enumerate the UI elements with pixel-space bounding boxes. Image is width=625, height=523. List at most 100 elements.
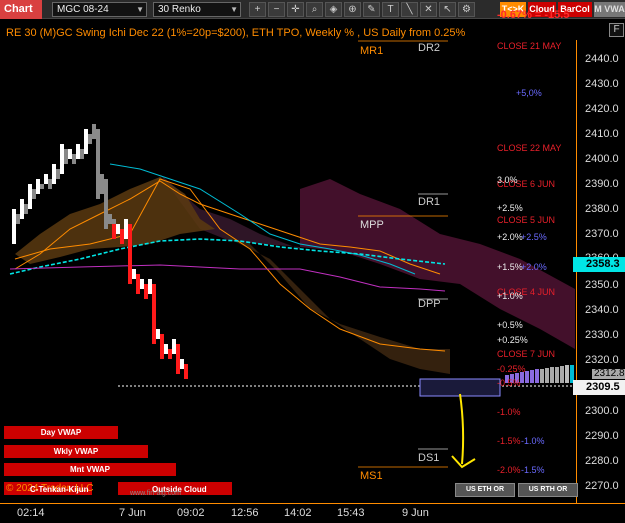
pencil-icon[interactable]: ✎ bbox=[363, 2, 380, 17]
renko-brick bbox=[180, 359, 184, 364]
renko-brick bbox=[96, 144, 100, 149]
renko-brick bbox=[128, 239, 132, 244]
time-axis[interactable] bbox=[0, 503, 625, 523]
f-button[interactable]: F bbox=[609, 23, 624, 37]
zoom-plus-icon[interactable]: ⊕ bbox=[344, 2, 361, 17]
renko-brick bbox=[68, 154, 72, 159]
renko-brick bbox=[152, 329, 156, 334]
pct-label: +2.0% bbox=[521, 262, 547, 272]
renko-brick bbox=[104, 189, 108, 194]
renko-brick bbox=[84, 144, 88, 149]
plus-icon[interactable]: + bbox=[249, 2, 266, 17]
yellow-arrow-head bbox=[451, 455, 476, 469]
crosshair-icon[interactable]: ✛ bbox=[287, 2, 304, 17]
cursor-icon[interactable]: ↖ bbox=[439, 2, 456, 17]
renko-brick bbox=[100, 184, 104, 189]
renko-brick bbox=[64, 149, 68, 154]
renko-brick bbox=[92, 129, 96, 134]
pct-label: +1.0% bbox=[497, 291, 523, 301]
renko-brick bbox=[152, 294, 156, 299]
renko-brick bbox=[52, 169, 56, 174]
interval-selector[interactable]: 30 Renko ▼ bbox=[153, 2, 241, 17]
renko-brick bbox=[36, 189, 40, 194]
pct-label: -1.5% bbox=[521, 465, 545, 475]
symbol-selector[interactable]: MGC 08-24 ▼ bbox=[52, 2, 147, 17]
renko-brick bbox=[96, 159, 100, 164]
renko-brick bbox=[96, 189, 100, 194]
renko-brick bbox=[128, 259, 132, 264]
text-icon[interactable]: T bbox=[382, 2, 399, 17]
renko-brick bbox=[112, 219, 116, 224]
renko-brick bbox=[84, 134, 88, 139]
renko-brick bbox=[104, 204, 108, 209]
renko-brick bbox=[176, 364, 180, 369]
renko-brick bbox=[108, 214, 112, 219]
renko-brick bbox=[148, 284, 152, 289]
renko-brick bbox=[80, 154, 84, 159]
close-label: CLOSE 22 MAY bbox=[497, 143, 562, 153]
renko-brick bbox=[88, 139, 92, 144]
shield-icon[interactable]: ◈ bbox=[325, 2, 342, 17]
renko-brick bbox=[128, 254, 132, 259]
renko-brick bbox=[128, 244, 132, 249]
renko-brick bbox=[84, 139, 88, 144]
pct-label: -1.5% bbox=[497, 436, 521, 446]
renko-brick bbox=[152, 314, 156, 319]
day-vwap-button[interactable]: Day VWAP bbox=[4, 426, 118, 439]
renko-brick bbox=[36, 184, 40, 189]
renko-brick bbox=[184, 374, 188, 379]
settings-icon[interactable]: ⚙ bbox=[458, 2, 475, 17]
renko-brick bbox=[172, 344, 176, 349]
renko-brick bbox=[100, 179, 104, 184]
renko-brick bbox=[32, 189, 36, 194]
renko-brick bbox=[144, 284, 148, 289]
renko-brick bbox=[124, 229, 128, 234]
renko-brick bbox=[60, 144, 64, 149]
us-eth-or-button[interactable]: US ETH OR bbox=[455, 483, 515, 497]
renko-brick bbox=[20, 209, 24, 214]
chevron-down-icon: ▼ bbox=[136, 5, 144, 14]
renko-brick bbox=[104, 199, 108, 204]
renko-brick bbox=[116, 224, 120, 229]
magnifier-icon[interactable]: ⌕ bbox=[306, 2, 323, 17]
weekly-vwap-button[interactable]: Wkly VWAP bbox=[4, 445, 148, 458]
price-tick: 2400.0 bbox=[585, 153, 619, 165]
price-tag-cyan: 2358.3 bbox=[573, 257, 625, 272]
renko-brick bbox=[152, 299, 156, 304]
price-tag-partial: 2312.8 bbox=[592, 369, 625, 379]
renko-brick bbox=[128, 229, 132, 234]
close-label: CLOSE 5 JUN bbox=[497, 215, 556, 225]
line-icon[interactable]: ╲ bbox=[401, 2, 418, 17]
monthly-vwap-button[interactable]: Mnt VWAP bbox=[4, 463, 176, 476]
pct-label: +1.5% bbox=[497, 262, 523, 272]
renko-brick bbox=[76, 144, 80, 149]
renko-brick bbox=[92, 134, 96, 139]
pct-change-readout: -0.67% = -15.5 bbox=[497, 9, 570, 21]
mvwa-toggle-button[interactable]: M VWA bbox=[594, 2, 625, 17]
cross-line-icon[interactable]: ✕ bbox=[420, 2, 437, 17]
us-rth-or-button[interactable]: US RTH OR bbox=[518, 483, 578, 497]
price-tick: 2290.0 bbox=[585, 430, 619, 442]
renko-brick bbox=[112, 234, 116, 239]
renko-brick bbox=[104, 214, 108, 219]
tpo-box bbox=[419, 378, 501, 397]
renko-brick bbox=[128, 279, 132, 284]
chart-menu-button[interactable]: Chart bbox=[0, 0, 42, 19]
time-tick: 15:43 bbox=[337, 507, 365, 519]
renko-brick bbox=[160, 339, 164, 344]
renko-brick bbox=[148, 289, 152, 294]
pct-label: +0.25% bbox=[497, 335, 528, 345]
renko-brick bbox=[160, 334, 164, 339]
renko-brick bbox=[12, 229, 16, 234]
renko-brick bbox=[44, 174, 48, 179]
price-tick: 2340.0 bbox=[585, 304, 619, 316]
renko-brick bbox=[116, 229, 120, 234]
renko-brick bbox=[104, 219, 108, 224]
renko-brick bbox=[96, 129, 100, 134]
pct-label: -0.25% bbox=[497, 364, 526, 374]
renko-brick bbox=[48, 179, 52, 184]
renko-brick bbox=[96, 174, 100, 179]
renko-brick bbox=[184, 369, 188, 374]
minus-icon[interactable]: − bbox=[268, 2, 285, 17]
renko-brick bbox=[76, 149, 80, 154]
